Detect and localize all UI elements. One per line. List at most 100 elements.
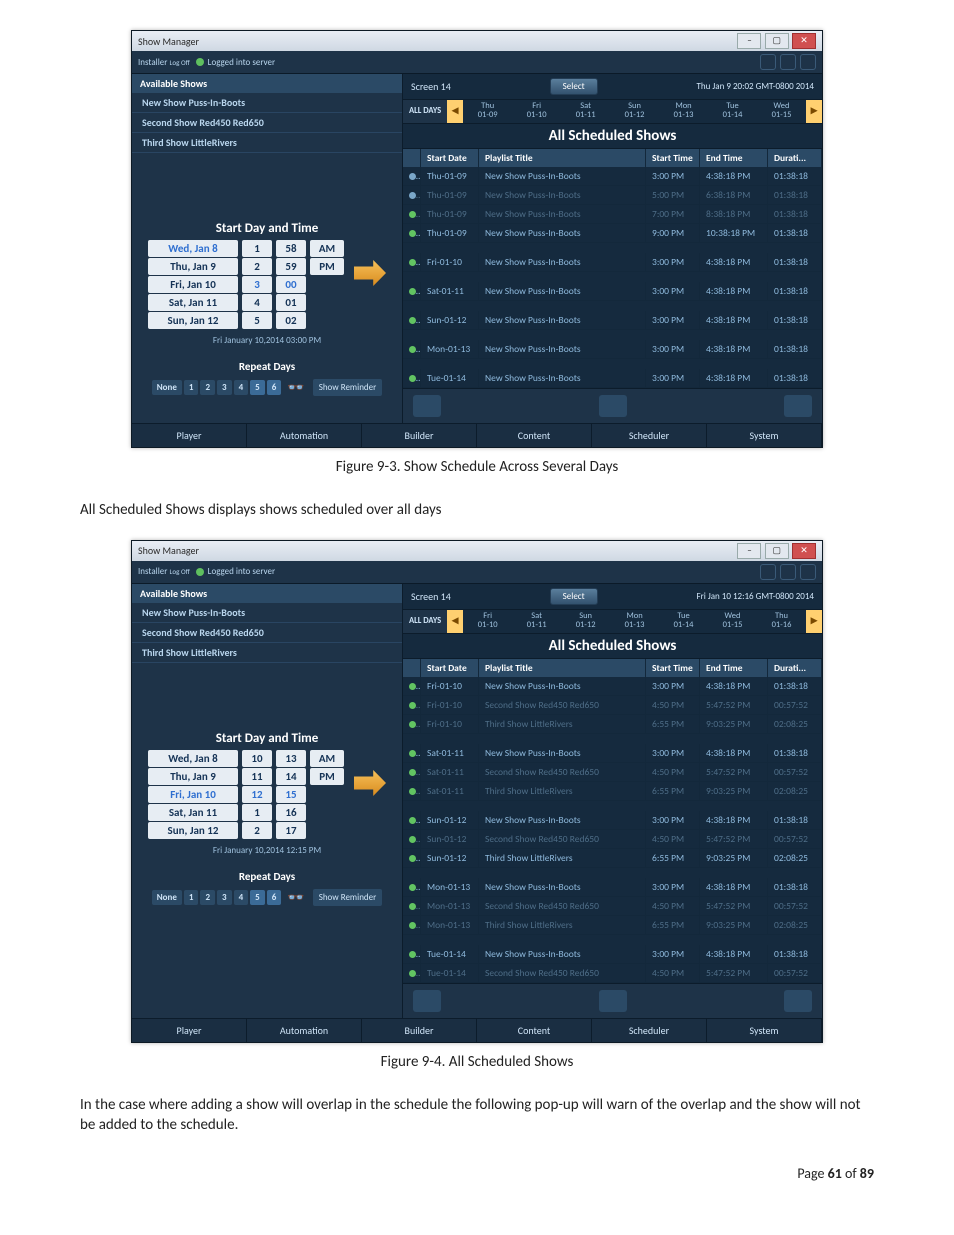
show-reminder-button[interactable]: Show Reminder — [313, 379, 383, 396]
repeat-button[interactable]: None — [152, 890, 182, 905]
show-reminder-button[interactable]: Show Reminder — [313, 889, 383, 906]
picker-cell[interactable]: Thu, Jan 9 — [148, 258, 238, 275]
repeat-days-buttons[interactable]: None123456👓Show Reminder — [132, 887, 402, 916]
table-row[interactable]: Sat-01-11Second Show Red450 Red6504:50 P… — [403, 763, 822, 782]
go-arrow-icon[interactable] — [354, 260, 386, 286]
picker-cell[interactable]: 16 — [276, 804, 306, 821]
repeat-button[interactable]: 1 — [184, 380, 199, 395]
repeat-button[interactable]: 5 — [250, 890, 265, 905]
repeat-button[interactable]: None — [152, 380, 182, 395]
picker-cell[interactable]: Fri, Jan 10 — [148, 276, 238, 293]
day-cell[interactable]: Mon01-13 — [610, 610, 659, 633]
table-row[interactable]: Tue-01-14New Show Puss-In-Boots3:00 PM4:… — [403, 945, 822, 964]
repeat-button[interactable]: 2 — [200, 380, 215, 395]
picker-cell[interactable]: AM — [310, 750, 344, 767]
repeat-button[interactable]: 6 — [267, 890, 282, 905]
table-row[interactable]: Sun-01-12Second Show Red450 Red6504:50 P… — [403, 830, 822, 849]
table-row[interactable]: Sat-01-11Third Show LittleRivers6:55 PM9… — [403, 782, 822, 801]
toolbar-icon[interactable] — [780, 54, 796, 70]
bottom-tab[interactable]: Content — [477, 424, 592, 447]
picker-cell[interactable]: 01 — [276, 294, 306, 311]
minimize-icon[interactable]: – — [737, 543, 761, 559]
day-cell[interactable]: Thu01-09 — [463, 100, 512, 123]
bottom-tab[interactable]: Builder — [362, 1019, 477, 1042]
window-buttons[interactable]: – ▢ ✕ — [736, 543, 816, 559]
toolbar-icon[interactable] — [760, 564, 776, 580]
table-row[interactable]: Mon-01-13Second Show Red450 Red6504:50 P… — [403, 897, 822, 916]
picker-cell[interactable]: 3 — [242, 276, 272, 293]
picker-cell[interactable]: 1 — [242, 804, 272, 821]
close-icon[interactable]: ✕ — [792, 33, 816, 49]
picker-cell[interactable]: 5 — [242, 312, 272, 329]
repeat-button[interactable]: 4 — [234, 890, 249, 905]
picker-cell[interactable]: Sun, Jan 12 — [148, 822, 238, 839]
repeat-button[interactable]: 5 — [250, 380, 265, 395]
next-arrow-icon[interactable]: ▶ — [806, 100, 822, 123]
action-icon[interactable] — [599, 990, 627, 1012]
table-row[interactable]: Fri-01-10New Show Puss-In-Boots3:00 PM4:… — [403, 253, 822, 272]
bottom-tab[interactable]: System — [707, 1019, 822, 1042]
close-icon[interactable]: ✕ — [792, 543, 816, 559]
day-cell[interactable]: Sat01-11 — [561, 100, 610, 123]
list-item[interactable]: Third Show LittleRivers — [132, 133, 402, 153]
days-bar[interactable]: ALL DAYS ◀ Fri01-10Sat01-11Sun01-12Mon01… — [403, 610, 822, 634]
day-cell[interactable]: Fri01-10 — [512, 100, 561, 123]
toolbar-icon[interactable] — [780, 564, 796, 580]
picker-cell[interactable]: 4 — [242, 294, 272, 311]
next-arrow-icon[interactable]: ▶ — [806, 610, 822, 633]
day-cell[interactable]: Sun01-12 — [561, 610, 610, 633]
bottom-tab[interactable]: Automation — [247, 1019, 362, 1042]
day-cell[interactable]: Sun01-12 — [610, 100, 659, 123]
installer-label[interactable]: Installer — [138, 566, 167, 577]
toolbar-icon[interactable] — [760, 54, 776, 70]
maximize-icon[interactable]: ▢ — [765, 543, 789, 559]
bottom-tab[interactable]: Scheduler — [592, 424, 707, 447]
days-bar[interactable]: ALL DAYS ◀ Thu01-09Fri01-10Sat01-11Sun01… — [403, 100, 822, 124]
action-icon[interactable] — [784, 990, 812, 1012]
table-row[interactable]: Thu-01-09New Show Puss-In-Boots7:00 PM8:… — [403, 205, 822, 224]
table-row[interactable]: Sat-01-11New Show Puss-In-Boots3:00 PM4:… — [403, 744, 822, 763]
day-cell[interactable]: Fri01-10 — [463, 610, 512, 633]
repeat-button[interactable]: 2 — [200, 890, 215, 905]
toolbar-icon[interactable] — [800, 564, 816, 580]
day-cell[interactable]: Tue01-14 — [708, 100, 757, 123]
picker-cell[interactable]: Wed, Jan 8 — [148, 240, 238, 257]
table-row[interactable]: Sat-01-11New Show Puss-In-Boots3:00 PM4:… — [403, 282, 822, 301]
table-row[interactable]: Thu-01-09New Show Puss-In-Boots5:00 PM6:… — [403, 186, 822, 205]
picker-cell[interactable]: Fri, Jan 10 — [148, 786, 238, 803]
day-cell[interactable]: Tue01-14 — [659, 610, 708, 633]
repeat-days-buttons[interactable]: None123456👓Show Reminder — [132, 377, 402, 406]
table-row[interactable]: Tue-01-14Second Show Red450 Red6504:50 P… — [403, 964, 822, 983]
refresh-icon[interactable] — [413, 990, 441, 1012]
picker-cell[interactable]: 02 — [276, 312, 306, 329]
picker-cell[interactable]: Sat, Jan 11 — [148, 294, 238, 311]
list-item[interactable]: Second Show Red450 Red650 — [132, 623, 402, 643]
picker-cell[interactable]: 59 — [276, 258, 306, 275]
prev-arrow-icon[interactable]: ◀ — [447, 100, 463, 123]
window-buttons[interactable]: – ▢ ✕ — [736, 33, 816, 49]
action-icon[interactable] — [784, 395, 812, 417]
refresh-icon[interactable] — [413, 395, 441, 417]
day-cell[interactable]: Mon01-13 — [659, 100, 708, 123]
list-item[interactable]: New Show Puss-In-Boots — [132, 93, 402, 113]
repeat-button[interactable]: 3 — [217, 890, 232, 905]
repeat-button[interactable]: 3 — [217, 380, 232, 395]
table-row[interactable]: Fri-01-10Third Show LittleRivers6:55 PM9… — [403, 715, 822, 734]
bottom-tab[interactable]: Automation — [247, 424, 362, 447]
day-cell[interactable]: Sat01-11 — [512, 610, 561, 633]
picker-cell[interactable]: 2 — [242, 822, 272, 839]
table-row[interactable]: Thu-01-09New Show Puss-In-Boots3:00 PM4:… — [403, 167, 822, 186]
maximize-icon[interactable]: ▢ — [765, 33, 789, 49]
table-row[interactable]: Sun-01-12New Show Puss-In-Boots3:00 PM4:… — [403, 811, 822, 830]
toolbar-icon[interactable] — [800, 54, 816, 70]
repeat-button[interactable]: 1 — [184, 890, 199, 905]
picker-cell[interactable]: 17 — [276, 822, 306, 839]
installer-label[interactable]: Installer — [138, 57, 167, 68]
bottom-tab[interactable]: System — [707, 424, 822, 447]
minimize-icon[interactable]: – — [737, 33, 761, 49]
bottom-tabs[interactable]: PlayerAutomationBuilderContentSchedulerS… — [132, 423, 822, 447]
table-row[interactable]: Mon-01-13New Show Puss-In-Boots3:00 PM4:… — [403, 878, 822, 897]
picker-cell[interactable]: 13 — [276, 750, 306, 767]
picker-cell[interactable]: Sat, Jan 11 — [148, 804, 238, 821]
logoff-label[interactable]: Log Off — [169, 567, 189, 576]
